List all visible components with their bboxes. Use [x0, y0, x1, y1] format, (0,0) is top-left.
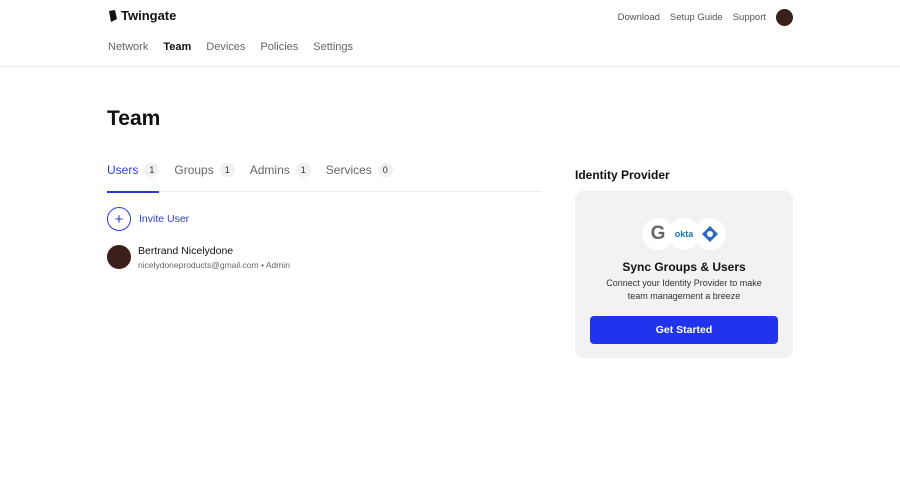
tab-label: Admins	[249, 163, 290, 177]
count-badge: 0	[377, 163, 393, 177]
nav-policies[interactable]: Policies	[260, 41, 298, 53]
page-title: Team	[107, 107, 161, 130]
setup-guide-link[interactable]: Setup Guide	[670, 12, 723, 23]
count-badge: 1	[144, 163, 160, 177]
nav-settings[interactable]: Settings	[313, 41, 353, 53]
identity-provider-title: Identity Provider	[575, 168, 670, 182]
brand-name: Twingate	[121, 8, 177, 23]
invite-label: Invite User	[139, 213, 190, 225]
tab-label: Users	[107, 163, 139, 177]
tab-groups[interactable]: Groups 1	[174, 163, 235, 192]
tab-label: Services	[325, 163, 372, 177]
account-avatar[interactable]	[776, 9, 793, 26]
card-text: Connect your Identity Provider to make t…	[606, 278, 762, 301]
header: Twingate Download Setup Guide Support Ne…	[0, 0, 900, 67]
google-letter: G	[650, 223, 666, 244]
okta-text: okta	[674, 229, 694, 239]
tab-users[interactable]: Users 1	[107, 163, 160, 193]
user-name: Bertrand Nicelydone	[138, 245, 234, 257]
support-link[interactable]: Support	[733, 12, 766, 23]
azure-ad-icon	[694, 218, 726, 250]
nav-team[interactable]: Team	[163, 41, 191, 53]
count-badge: 1	[295, 163, 311, 177]
nav-devices[interactable]: Devices	[206, 41, 245, 53]
plus-icon: +	[107, 207, 131, 231]
invite-user-button[interactable]: + Invite User	[107, 207, 189, 231]
identity-provider-card: G okta Sync Groups & Users Connect your …	[575, 191, 793, 358]
logo[interactable]: Twingate	[107, 8, 176, 23]
card-heading: Sync Groups & Users	[622, 260, 746, 274]
tab-admins[interactable]: Admins 1	[250, 163, 311, 192]
list-item[interactable]: Bertrand Nicelydone nicelydoneproducts@gm…	[107, 245, 290, 270]
tab-label: Groups	[174, 163, 214, 177]
avatar	[107, 245, 131, 269]
get-started-button[interactable]: Get Started	[590, 316, 778, 344]
nav-network[interactable]: Network	[108, 41, 148, 53]
user-meta: nicelydoneproducts@gmail.com • Admin	[138, 260, 290, 270]
count-badge: 1	[219, 163, 235, 177]
twingate-logo-icon	[109, 9, 117, 22]
tab-services[interactable]: Services 0	[326, 163, 393, 192]
download-link[interactable]: Download	[618, 12, 660, 23]
